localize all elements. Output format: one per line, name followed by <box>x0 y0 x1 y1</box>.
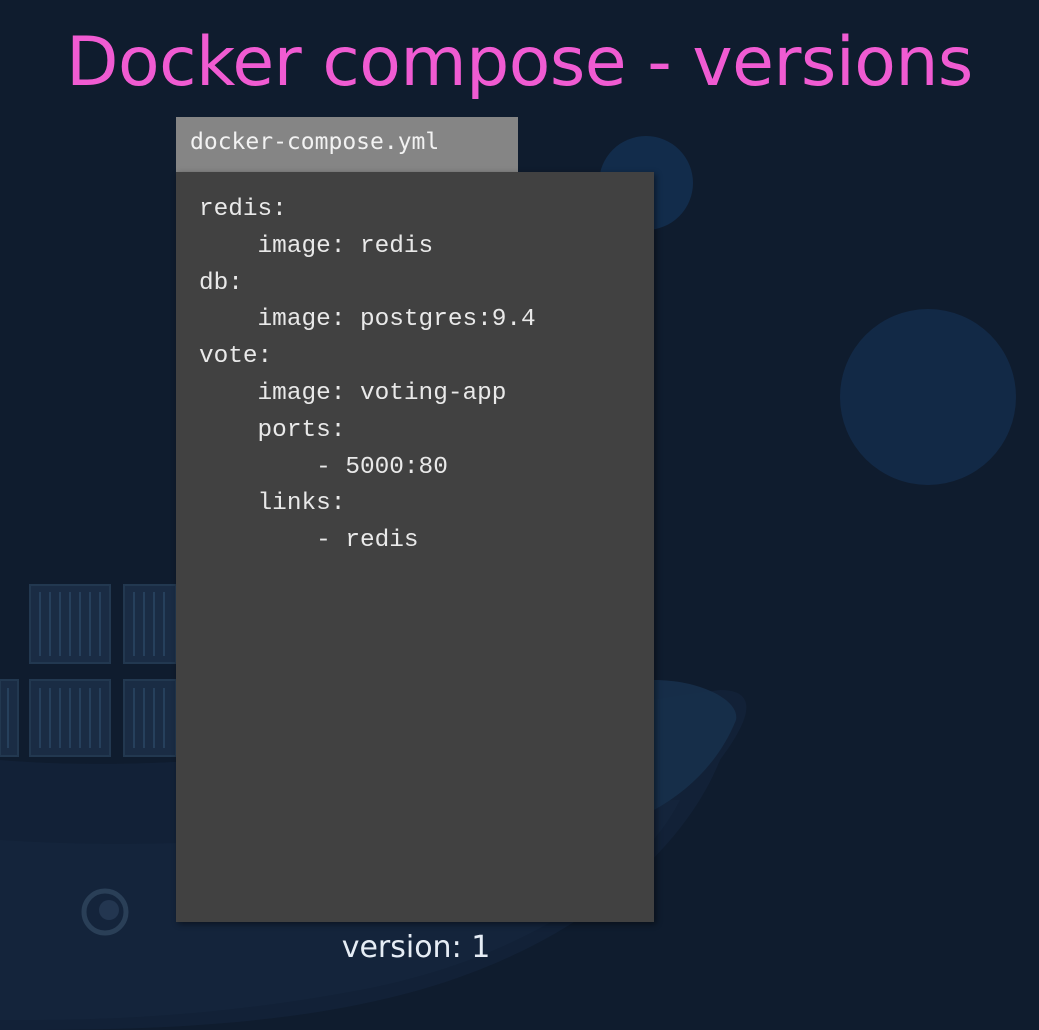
code-line: - redis <box>199 527 419 555</box>
file-name-tab: docker-compose.yml <box>176 117 518 172</box>
code-line: redis: <box>199 196 287 223</box>
bubble-icon <box>840 309 1016 485</box>
container-stack-icon <box>0 584 177 757</box>
whale-eye-pupil-icon <box>99 900 119 920</box>
slide-title: Docker compose - versions <box>66 23 973 102</box>
code-line: image: redis <box>199 232 434 260</box>
code-panel: redis: image: redis db: image: postgres:9… <box>176 172 654 922</box>
code-line: links: <box>199 490 346 518</box>
code-line: - 5000:80 <box>199 453 448 481</box>
code-block: redis: image: redis db: image: postgres:9… <box>199 192 536 560</box>
code-line: ports: <box>199 416 346 444</box>
code-line: db: <box>199 269 243 297</box>
code-line: image: postgres:9.4 <box>199 306 536 334</box>
code-line: image: voting-app <box>199 379 507 407</box>
version-label: version: 1 <box>341 930 491 965</box>
code-line: vote: <box>199 343 273 371</box>
